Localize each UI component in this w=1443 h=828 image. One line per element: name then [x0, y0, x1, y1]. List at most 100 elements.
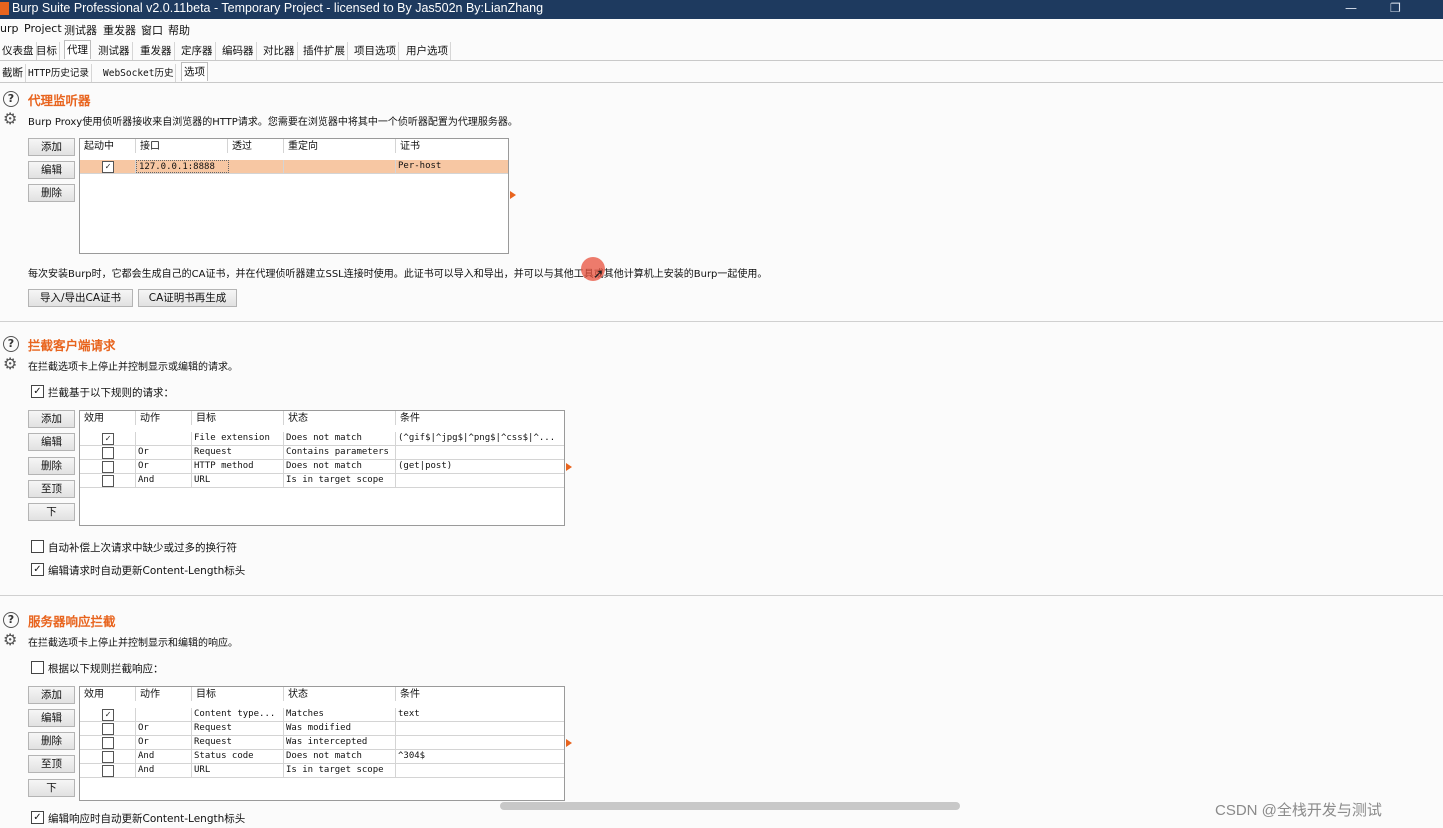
tab-comparer[interactable]: 对比器: [261, 42, 298, 60]
fix-newlines-checkbox[interactable]: [31, 540, 44, 553]
tab-intruder[interactable]: 测试器: [96, 42, 133, 60]
col-enabled[interactable]: 效用: [80, 411, 136, 425]
rule-enabled-checkbox[interactable]: ✓: [102, 433, 114, 445]
menu-help[interactable]: 帮助: [168, 22, 190, 38]
move-up-button[interactable]: 至顶: [28, 755, 75, 773]
menu-window[interactable]: 窗口: [141, 22, 163, 38]
rule-enabled-checkbox[interactable]: [102, 765, 114, 777]
edit-listener-button[interactable]: 编辑: [28, 161, 75, 179]
running-checkbox[interactable]: ✓: [102, 161, 114, 173]
gear-icon[interactable]: ⚙: [3, 632, 19, 648]
add-listener-button[interactable]: 添加: [28, 138, 75, 156]
target-cell: Request: [192, 446, 284, 459]
import-export-ca-button[interactable]: 导入/导出CA证书: [28, 289, 133, 307]
remove-rule-button[interactable]: 删除: [28, 457, 75, 475]
tab-repeater[interactable]: 重发器: [138, 42, 175, 60]
move-down-button[interactable]: 下: [28, 779, 75, 797]
intercept-requests-checkbox[interactable]: ✓: [31, 385, 44, 398]
cursor-icon: ➚: [593, 267, 604, 282]
tab-websocket-history[interactable]: WebSocket历史: [101, 64, 177, 82]
col-invisible[interactable]: 透过: [228, 139, 284, 153]
menu-bar: urp Project 测试器 重发器 窗口 帮助: [0, 19, 1443, 38]
tab-user-options[interactable]: 用户选项: [404, 42, 451, 60]
tab-project-options[interactable]: 项目选项: [352, 42, 399, 60]
condition-cell: [396, 722, 562, 735]
server-intercept-description: 在拦截选项卡上停止并控制显示和编辑的响应。: [28, 638, 238, 649]
horizontal-scrollbar[interactable]: [500, 802, 960, 810]
col-certificate[interactable]: 证书: [396, 139, 508, 153]
remove-rule-button[interactable]: 删除: [28, 732, 75, 750]
intercept-responses-checkbox[interactable]: [31, 661, 44, 674]
update-response-content-length-checkbox[interactable]: ✓: [31, 811, 44, 824]
remove-listener-button[interactable]: 删除: [28, 184, 75, 202]
table-row[interactable]: ✓ 127.0.0.1:8888 Per-host: [80, 160, 508, 174]
condition-cell: text: [398, 709, 420, 719]
table-row[interactable]: Or Request Was intercepted: [80, 736, 564, 750]
tab-http-history[interactable]: HTTP历史记录: [26, 64, 92, 82]
table-row[interactable]: Or Request Was modified: [80, 722, 564, 736]
tab-dashboard[interactable]: 仪表盘: [0, 42, 37, 60]
col-condition[interactable]: 条件: [396, 687, 564, 701]
tab-extender[interactable]: 插件扩展: [301, 42, 348, 60]
tab-target[interactable]: 目标: [34, 42, 60, 60]
table-row[interactable]: Or Request Contains parameters: [80, 446, 564, 460]
update-content-length-checkbox[interactable]: ✓: [31, 563, 44, 576]
enabled-cell: [80, 474, 136, 487]
edit-rule-button[interactable]: 编辑: [28, 433, 75, 451]
col-condition[interactable]: 条件: [396, 411, 564, 425]
rule-enabled-checkbox[interactable]: [102, 475, 114, 487]
col-operator[interactable]: 动作: [136, 687, 192, 701]
edit-rule-button[interactable]: 编辑: [28, 709, 75, 727]
tab-decoder[interactable]: 编码器: [220, 42, 257, 60]
table-row[interactable]: Or HTTP method Does not match (get|post): [80, 460, 564, 474]
rule-enabled-checkbox[interactable]: [102, 737, 114, 749]
restore-button[interactable]: ❐: [1390, 1, 1401, 15]
help-icon[interactable]: ?: [3, 91, 19, 107]
operator-cell: Or: [136, 736, 192, 749]
col-target[interactable]: 目标: [192, 687, 284, 701]
rule-enabled-checkbox[interactable]: [102, 751, 114, 763]
col-relationship[interactable]: 状态: [284, 687, 396, 701]
rule-enabled-checkbox[interactable]: [102, 447, 114, 459]
move-up-button[interactable]: 至顶: [28, 480, 75, 498]
menu-repeater[interactable]: 重发器: [103, 22, 136, 38]
menu-project[interactable]: Project: [24, 22, 62, 35]
gear-icon[interactable]: ⚙: [3, 356, 19, 372]
expand-arrow-icon[interactable]: [566, 739, 572, 747]
condition-cell: [396, 474, 562, 487]
add-rule-button[interactable]: 添加: [28, 686, 75, 704]
tab-options[interactable]: 选项: [181, 62, 208, 81]
table-row[interactable]: And URL Is in target scope: [80, 474, 564, 488]
minimize-button[interactable]: —: [1345, 1, 1357, 15]
table-row[interactable]: And Status code Does not match ^304$: [80, 750, 564, 764]
col-enabled[interactable]: 效用: [80, 687, 136, 701]
help-icon[interactable]: ?: [3, 336, 19, 352]
add-rule-button[interactable]: 添加: [28, 410, 75, 428]
col-redirect[interactable]: 重定向: [284, 139, 396, 153]
tab-intercept[interactable]: 截断: [0, 64, 26, 82]
gear-icon[interactable]: ⚙: [3, 111, 19, 127]
table-row[interactable]: ✓ File extension Does not match (^gif$|^…: [80, 432, 564, 446]
tab-sequencer[interactable]: 定序器: [179, 42, 216, 60]
expand-arrow-icon[interactable]: [566, 463, 572, 471]
col-interface[interactable]: 接口: [136, 139, 228, 153]
move-down-button[interactable]: 下: [28, 503, 75, 521]
table-row[interactable]: And URL Is in target scope: [80, 764, 564, 778]
col-target[interactable]: 目标: [192, 411, 284, 425]
col-relationship[interactable]: 状态: [284, 411, 396, 425]
col-operator[interactable]: 动作: [136, 411, 192, 425]
help-icon[interactable]: ?: [3, 612, 19, 628]
tab-proxy[interactable]: 代理: [64, 40, 91, 59]
col-running[interactable]: 起动中: [80, 139, 136, 153]
expand-arrow-icon[interactable]: [510, 191, 516, 199]
menu-burp[interactable]: urp: [0, 22, 18, 35]
rule-enabled-checkbox[interactable]: ✓: [102, 709, 114, 721]
menu-intruder[interactable]: 测试器: [64, 22, 97, 38]
rule-enabled-checkbox[interactable]: [102, 723, 114, 735]
enabled-cell: ✓: [80, 708, 136, 721]
table-row[interactable]: ✓ Content type... Matches text: [80, 708, 564, 722]
operator-cell: Or: [136, 722, 192, 735]
relationship-cell: Does not match: [284, 432, 396, 445]
regenerate-ca-button[interactable]: CA证明书再生成: [138, 289, 237, 307]
rule-enabled-checkbox[interactable]: [102, 461, 114, 473]
